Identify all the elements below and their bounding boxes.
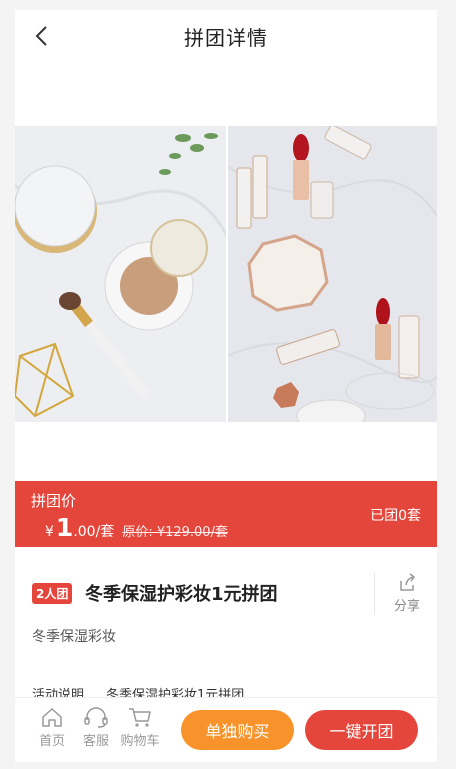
bottom-action-bar: 首页 客服 购物车 单独购买 一键开团 (15, 697, 437, 762)
nav-cart[interactable]: 购物车 (115, 706, 165, 758)
share-label: 分享 (393, 599, 420, 614)
share-icon (400, 573, 416, 591)
start-group-button[interactable]: 一键开团 (305, 710, 418, 750)
original-price: 原价: ¥129.00/套 (122, 525, 228, 540)
currency-symbol: ¥ (45, 524, 54, 540)
page-title: 拼团详情 (184, 26, 268, 50)
price-decimal: .00/套 (73, 524, 115, 540)
nav-customer-service-label: 客服 (82, 734, 109, 749)
group-price: ¥1.00/套 原价: ¥129.00/套 (45, 513, 228, 542)
nav-home-label: 首页 (38, 734, 65, 749)
group-price-banner: 拼团价 ¥1.00/套 原价: ¥129.00/套 已团0套 (15, 481, 437, 547)
header-bar: 拼团详情 (15, 10, 437, 62)
share-button[interactable]: 分享 (387, 573, 427, 619)
headset-icon (84, 707, 108, 728)
group-size-badge: 2人团 (32, 583, 73, 604)
buy-alone-button[interactable]: 单独购买 (181, 710, 294, 750)
app-screen: 拼团详情 拼团价 ¥1.00/套 原价: ¥129.00/套 已团0套 2人团 … (15, 10, 437, 762)
joined-count: 已团0套 (370, 508, 421, 524)
product-subtitle: 冬季保湿彩妆 (32, 629, 116, 645)
nav-customer-service[interactable]: 客服 (71, 706, 121, 758)
nav-home[interactable]: 首页 (27, 706, 77, 758)
group-price-label: 拼团价 (31, 492, 77, 510)
nav-cart-label: 购物车 (120, 734, 160, 749)
product-title-row: 2人团 冬季保湿护彩妆1元拼团 分享 (15, 565, 437, 625)
divider (374, 573, 375, 615)
price-integer: 1 (55, 513, 74, 542)
cart-icon (129, 708, 151, 727)
product-title: 冬季保湿护彩妆1元拼团 (85, 584, 278, 605)
product-image (15, 126, 437, 422)
home-icon (42, 708, 62, 727)
